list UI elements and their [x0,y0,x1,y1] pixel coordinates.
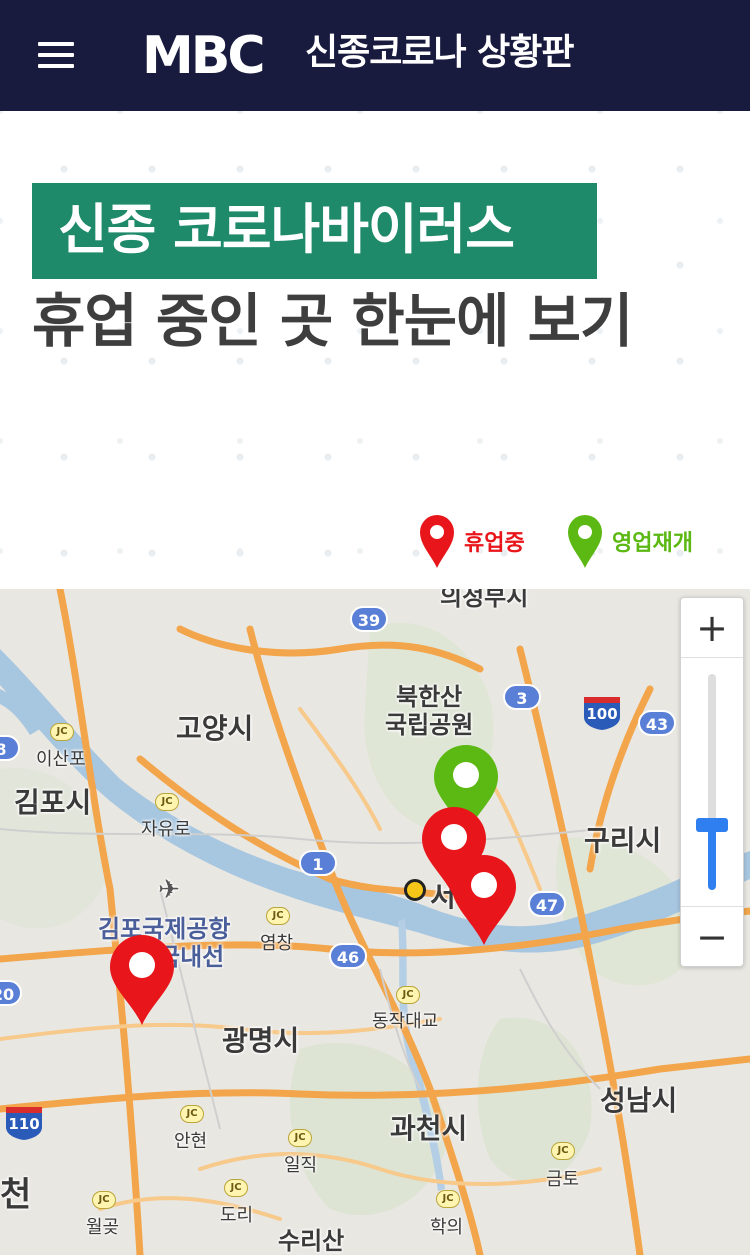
expressway-shield-110: 110 [4,1105,44,1141]
airport-icon: ✈ [158,875,180,905]
place-label: 일직 [284,1155,318,1176]
hero-title: 신종 코로나바이러스 [58,198,515,261]
closed-location-marker[interactable] [108,935,176,1027]
place-label: 이산포 [36,749,86,770]
place-label: 동작대교 [372,1011,439,1032]
jc-marker: JC [92,1191,116,1209]
mbc-logo[interactable]: MBC [142,30,276,82]
jc-marker: JC [266,907,290,925]
green-pin-icon [568,515,602,568]
legend-reopened: 영업재개 [566,511,693,571]
place-label: 국립공원 [385,711,474,739]
map-view[interactable]: 39 3 43 1 47 46 8 20 100 110 JC JC JC JC… [0,589,750,1255]
hero-title-banner: 신종 코로나바이러스 [32,183,597,279]
zoom-in-button[interactable]: + [681,598,743,658]
place-label: 과천시 [390,1112,468,1145]
place-label: 월곶 [86,1217,120,1238]
closed-location-marker[interactable] [450,855,518,947]
legend-reopened-label: 영업재개 [612,531,693,556]
route-shield-47: 47 [528,891,566,917]
jc-marker: JC [396,986,420,1004]
route-shield-1: 1 [299,850,337,876]
zoom-slider-fill [708,825,716,890]
hamburger-menu-icon[interactable] [38,42,74,70]
zoom-control: + − [680,597,744,967]
hero-section: 신종 코로나바이러스 휴업 중인 곳 한눈에 보기 휴업중 영업재개 [0,111,750,589]
place-label: 고양시 [176,712,254,745]
place-label: 광명시 [222,1024,300,1057]
page-title: 신종코로나 상황판 [305,32,574,73]
legend-closed-label: 휴업중 [464,531,525,556]
zoom-out-button[interactable]: − [681,906,743,966]
place-label: 염창 [260,933,294,954]
jc-marker: JC [155,793,179,811]
jc-marker: JC [551,1142,575,1160]
legend-closed: 휴업중 [418,511,525,571]
jc-marker: JC [224,1179,248,1197]
place-label: 수리산 [278,1227,345,1255]
route-shield-39: 39 [350,606,388,632]
place-label: 학의 [430,1217,464,1238]
route-shield-46: 46 [329,943,367,969]
app-header: MBC 신종코로나 상황판 [0,0,750,111]
place-label: 성남시 [600,1084,678,1117]
place-label: 도리 [220,1205,254,1226]
jc-marker: JC [180,1105,204,1123]
place-label: 금토 [546,1169,580,1190]
zoom-slider-handle[interactable] [696,818,728,832]
place-label: 구리시 [584,824,662,857]
jc-marker: JC [436,1190,460,1208]
route-shield-43: 43 [638,710,676,736]
jc-marker: JC [288,1129,312,1147]
place-label: 천 [0,1175,32,1215]
expressway-shield-100: 100 [582,695,622,731]
place-label: 자유로 [141,819,191,840]
place-label: 의정부시 [440,589,529,611]
red-pin-icon [420,515,454,568]
hero-subtitle: 휴업 중인 곳 한눈에 보기 [32,287,633,355]
place-label: 김포시 [14,786,92,819]
route-shield-3: 3 [503,684,541,710]
jc-marker: JC [50,723,74,741]
place-label: 안현 [174,1131,208,1152]
